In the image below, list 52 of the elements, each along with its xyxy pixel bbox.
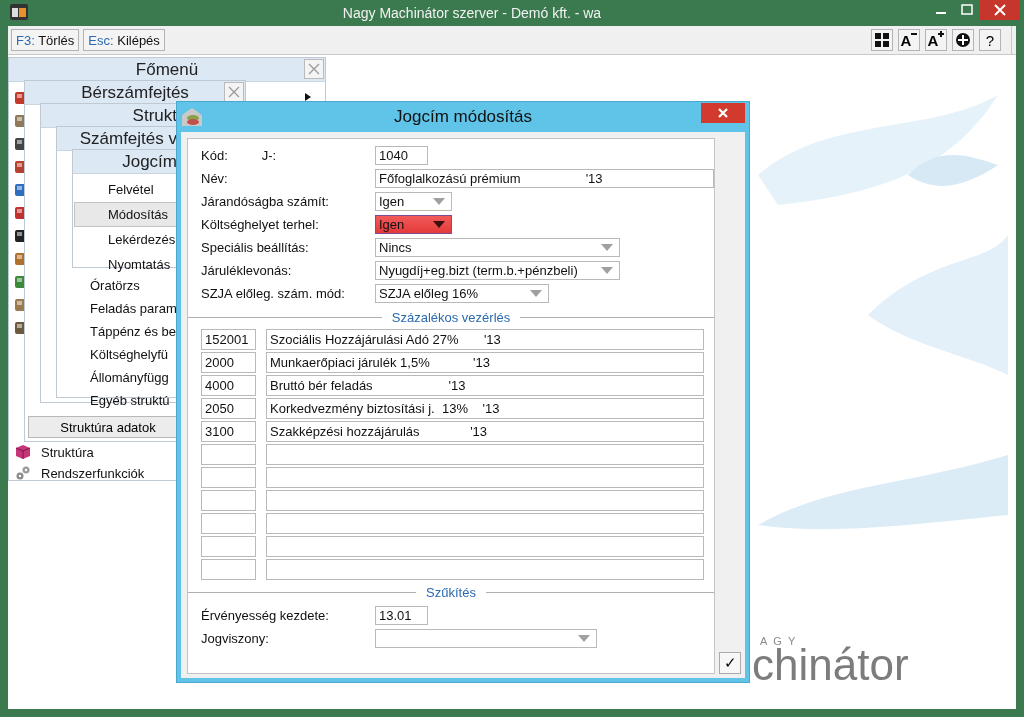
code-field[interactable]: 152001	[201, 329, 256, 350]
field-label: Költséghelyet terhel:	[201, 217, 319, 232]
dropdown[interactable]: Nincs	[375, 238, 620, 257]
name-field[interactable]: Szociális Hozzájárulási Adó 27% '13	[266, 329, 704, 350]
menu-item[interactable]: Költséghelyfü	[90, 343, 177, 366]
code-field[interactable]: 4000	[201, 375, 256, 396]
menu-title: Strukt	[131, 105, 177, 126]
field-label: Járandóságba számít:	[201, 194, 329, 209]
field-label: Név:	[201, 171, 228, 186]
menu-title: Főmenü	[135, 59, 199, 80]
dialog-title: Jogcím módosítás	[394, 107, 532, 127]
code-field[interactable]: 2050	[201, 398, 256, 419]
field-label: Érvényesség kezdete:	[201, 608, 329, 623]
font-increase-button[interactable]: A	[925, 29, 947, 51]
menu-title: Számfejtés v	[78, 128, 177, 149]
toolbar-button[interactable]: Esc: Kilépés	[83, 29, 165, 51]
input-field[interactable]: Főfoglalkozású prémium '13	[375, 169, 714, 188]
name-field[interactable]: Szakképzési hozzájárulás '13	[266, 421, 704, 442]
logo-text: AGY	[760, 635, 802, 647]
code-field[interactable]: 3100	[201, 421, 256, 442]
field-label: Járuléklevonás:	[201, 263, 292, 278]
code-field[interactable]: 2000	[201, 352, 256, 373]
field-prefix: J-:	[261, 148, 277, 163]
menu-item[interactable]: Állományfügg	[90, 366, 177, 389]
menu-item[interactable]: Feladás param	[90, 297, 177, 320]
name-field[interactable]: Munkaerőpiaci járulék 1,5% '13	[266, 352, 704, 373]
menu-title: Jogcím	[121, 151, 177, 172]
field-label: SZJA előleg. szám. mód:	[201, 286, 345, 301]
confirm-button[interactable]: ✓	[719, 652, 741, 674]
input-field[interactable]: 1040	[375, 146, 428, 165]
menu-item[interactable]: Táppénz és be	[90, 320, 177, 343]
dropdown[interactable]: SZJA előleg 16%	[375, 284, 549, 303]
menu-title: Bérszámfejtés	[81, 82, 189, 103]
menu-item[interactable]: Struktúra	[41, 444, 94, 460]
section-title: Szűkítés	[426, 584, 476, 600]
menu-item[interactable]: Óratörzs	[90, 274, 177, 297]
field-label: Kód:	[201, 148, 228, 163]
name-field[interactable]: Bruttó bér feladás '13	[266, 375, 704, 396]
dropdown[interactable]: Igen	[375, 215, 452, 234]
dropdown[interactable]: Igen	[375, 192, 452, 211]
font-decrease-button[interactable]: A	[898, 29, 920, 51]
input-field[interactable]: 13.01	[375, 606, 428, 625]
help-button[interactable]: ?	[979, 29, 1001, 51]
name-field[interactable]: Korkedvezmény biztosítási j. 13% '13	[266, 398, 704, 419]
field-label: Speciális beállítás:	[201, 240, 309, 255]
window-title: Nagy Machinátor szerver - Demó kft. - wa	[341, 5, 603, 21]
toolbar-button[interactable]: F3: Törlés	[11, 29, 80, 51]
menu-item[interactable]: Egyéb struktú	[90, 389, 177, 412]
field-label: Jogviszony:	[201, 631, 269, 646]
menu-item[interactable]: Rendszerfunkciók	[41, 465, 145, 481]
section-title: Százalékos vezérlés	[391, 309, 511, 325]
dropdown[interactable]: Nyugdíj+eg.bizt (term.b.+pénzbeli)	[375, 261, 620, 280]
